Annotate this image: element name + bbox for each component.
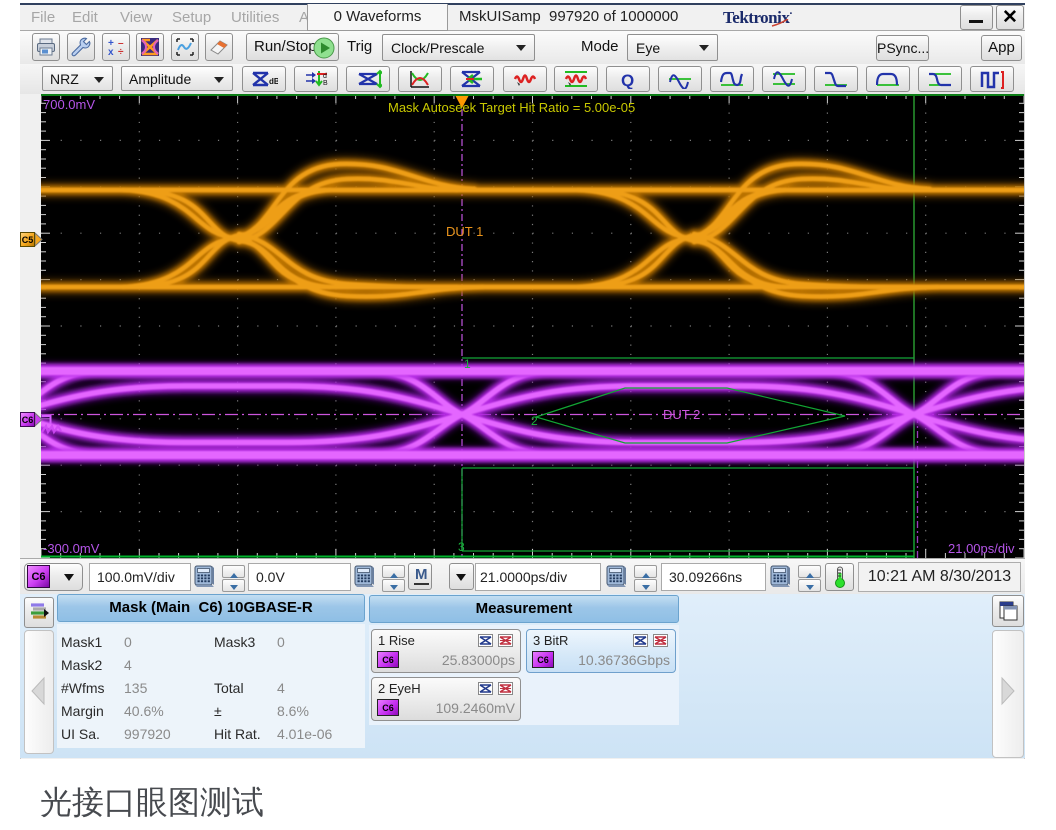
svg-text:1: 1 — [464, 357, 471, 371]
svg-text:B: B — [323, 80, 328, 87]
svg-text:3: 3 — [458, 540, 465, 554]
svg-text:d: d — [323, 73, 327, 80]
svg-text:-300.0mV: -300.0mV — [43, 541, 100, 556]
svg-text:21.00ps/div: 21.00ps/div — [948, 541, 1015, 556]
svg-text:DUT 2: DUT 2 — [663, 407, 700, 422]
svg-text:700.0mV: 700.0mV — [43, 97, 95, 112]
svg-text:x: x — [108, 47, 114, 58]
svg-text:dB: dB — [269, 77, 278, 86]
svg-text:÷: ÷ — [118, 47, 124, 58]
svg-text:DUT 1: DUT 1 — [446, 224, 483, 239]
svg-text:Q: Q — [621, 71, 634, 89]
svg-text:Mask Autoseek Target Hit Ratio: Mask Autoseek Target Hit Ratio = 5.00e-0… — [388, 100, 635, 115]
svg-text:2: 2 — [531, 414, 538, 428]
